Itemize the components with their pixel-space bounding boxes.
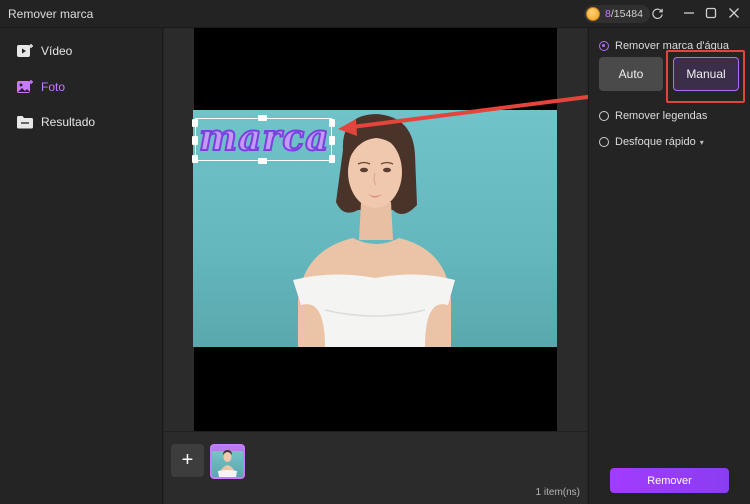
radio-dot (599, 111, 609, 121)
video-add-icon (16, 42, 34, 60)
minimize-icon[interactable] (681, 5, 697, 21)
add-file-button[interactable]: + (171, 444, 204, 477)
refresh-icon[interactable] (649, 5, 665, 21)
radio-label: Remover legendas (615, 110, 708, 122)
manual-highlight-box (666, 50, 745, 103)
app-window: Remover marca 8/15484 Vídeo Foto Resulta… (0, 0, 750, 504)
resize-handle-top-left[interactable] (192, 119, 198, 127)
resize-handle-top-right[interactable] (329, 119, 335, 127)
sidebar-item-video[interactable]: Vídeo (16, 41, 72, 61)
sidebar-item-label: Foto (41, 80, 66, 94)
photo-thumbnail[interactable] (210, 444, 245, 479)
window-title: Remover marca (8, 7, 94, 21)
resize-handle-right[interactable] (329, 136, 335, 145)
radio-remove-subtitles[interactable]: Remover legendas (599, 110, 707, 122)
resize-handle-bottom-left[interactable] (192, 155, 198, 163)
remove-button[interactable]: Remover (610, 468, 729, 493)
right-panel: Remover marca d'água Auto Manual Remover… (588, 28, 750, 504)
watermark-selection-box[interactable] (195, 118, 332, 161)
chevron-down-icon[interactable]: ▾ (700, 138, 704, 147)
resize-handle-bottom[interactable] (258, 158, 267, 164)
close-icon[interactable] (726, 5, 742, 21)
sidebar-item-label: Vídeo (41, 44, 73, 58)
radio-quick-blur[interactable]: Desfoque rápido ▾ (599, 136, 704, 148)
title-bar: Remover marca 8/15484 (0, 0, 750, 28)
sidebar-item-photo[interactable]: Foto (16, 77, 65, 97)
folder-icon (16, 113, 34, 131)
sidebar-item-result[interactable]: Resultado (16, 112, 95, 132)
media-strip: + 1 item(ns) (164, 431, 587, 504)
thumbnail-image (212, 446, 243, 477)
photo-add-icon (16, 78, 34, 96)
sidebar: Vídeo Foto Resultado (0, 28, 163, 504)
sidebar-item-label: Resultado (41, 115, 96, 129)
credits-count: 8/15484 (605, 8, 643, 20)
resize-handle-left[interactable] (192, 136, 198, 145)
items-count: 1 item(ns) (535, 487, 580, 498)
credits-badge[interactable]: 8/15484 (584, 5, 650, 23)
maximize-icon[interactable] (703, 5, 719, 21)
resize-handle-bottom-right[interactable] (329, 155, 335, 163)
radio-dot (599, 41, 609, 51)
radio-dot (599, 137, 609, 147)
coin-icon (586, 7, 600, 21)
auto-mode-button[interactable]: Auto (599, 57, 663, 91)
radio-label: Desfoque rápido (615, 136, 696, 148)
resize-handle-top[interactable] (258, 115, 267, 121)
